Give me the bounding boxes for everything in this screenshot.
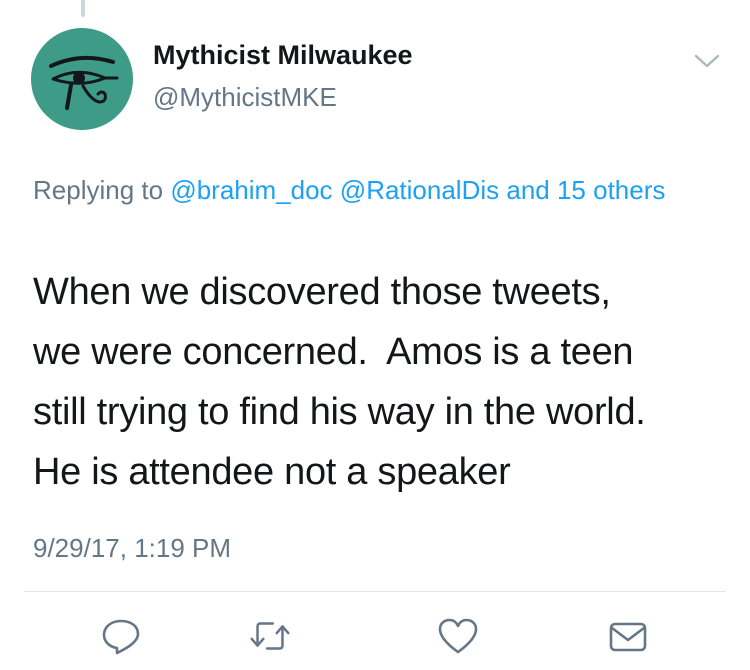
thread-connector-line — [81, 0, 85, 17]
tweet-text-line: When we discovered those tweets, — [33, 271, 611, 313]
tweet-timestamp[interactable]: 9/29/17, 1:19 PM — [33, 533, 231, 564]
mention-separator — [333, 175, 340, 205]
tweet-text-line: we were concerned. Amos is a teen — [33, 331, 634, 373]
retweet-icon — [250, 622, 290, 650]
more-options-button[interactable] — [690, 48, 724, 74]
tweet-text-line: He is attendee not a speaker — [33, 451, 511, 493]
author-handle[interactable]: @MythicistMKE — [153, 82, 337, 113]
envelope-icon — [609, 622, 647, 652]
mention-link[interactable]: @RationalDis — [340, 175, 499, 205]
reply-button[interactable] — [97, 614, 145, 658]
heart-icon — [438, 618, 478, 654]
tweet-text: When we discovered those tweets, we were… — [33, 262, 733, 502]
author-display-name[interactable]: Mythicist Milwaukee — [153, 40, 413, 71]
chevron-down-icon — [694, 54, 720, 68]
replying-to: Replying to @brahim_doc @RationalDis and… — [33, 170, 723, 210]
tweet-text-line: still trying to find his way in the worl… — [33, 391, 646, 433]
others-link[interactable]: and 15 others — [499, 175, 665, 205]
eye-of-horus-icon — [49, 55, 119, 110]
reply-icon — [102, 619, 140, 655]
like-button[interactable] — [434, 614, 482, 658]
divider — [24, 591, 726, 592]
replying-to-prefix: Replying to — [33, 175, 171, 205]
direct-message-button[interactable] — [604, 614, 652, 658]
avatar[interactable] — [31, 28, 133, 130]
retweet-button[interactable] — [246, 614, 294, 658]
mention-link[interactable]: @brahim_doc — [170, 175, 332, 205]
